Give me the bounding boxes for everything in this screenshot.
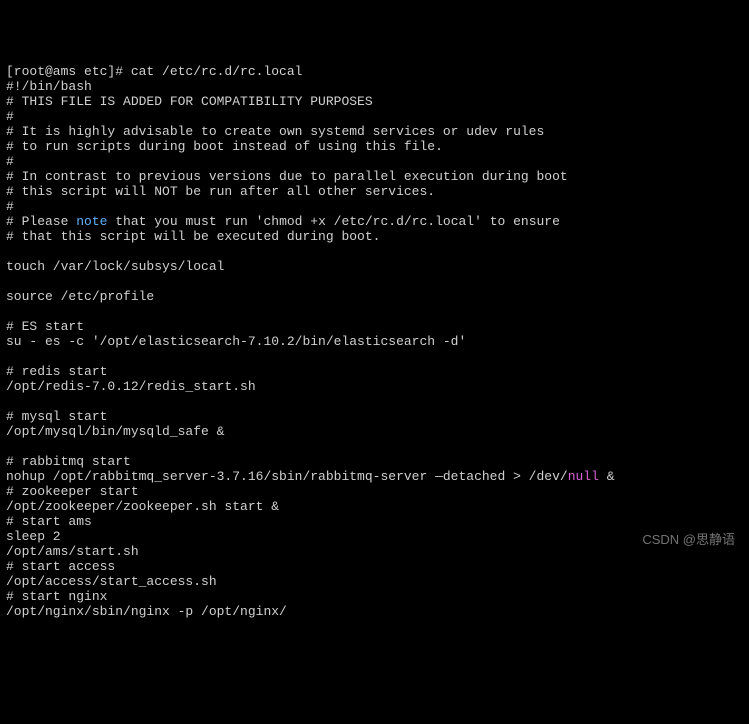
shell-prompt: [root@ams etc]# cat /etc/rc.d/rc.local [6,64,302,79]
highlighted-keyword: note [76,214,107,229]
file-line: # ES start [6,319,84,334]
terminal-output[interactable]: [root@ams etc]# cat /etc/rc.d/rc.local #… [6,64,743,619]
file-line: touch /var/lock/subsys/local [6,259,224,274]
file-line: # rabbitmq start [6,454,131,469]
file-line: # start ams [6,514,92,529]
file-line: # that this script will be executed duri… [6,229,380,244]
file-line: su - es -c '/opt/elasticsearch-7.10.2/bi… [6,334,466,349]
file-line: /opt/ams/start.sh [6,544,139,559]
file-line: # In contrast to previous versions due t… [6,169,568,184]
file-line: /opt/zookeeper/zookeeper.sh start & [6,499,279,514]
file-line: # redis start [6,364,107,379]
file-line: /opt/nginx/sbin/nginx -p /opt/nginx/ [6,604,287,619]
file-line: /opt/redis-7.0.12/redis_start.sh [6,379,256,394]
file-line: # mysql start [6,409,107,424]
file-line: # zookeeper start [6,484,139,499]
file-line: # this script will NOT be run after all … [6,184,435,199]
file-line: # THIS FILE IS ADDED FOR COMPATIBILITY P… [6,94,373,109]
file-line: # start access [6,559,115,574]
file-line: # [6,109,14,124]
file-line: # start nginx [6,589,107,604]
file-line: # [6,154,14,169]
file-line: #!/bin/bash [6,79,92,94]
file-line: # [6,199,14,214]
watermark-text: CSDN @思静语 [642,532,735,547]
file-line: sleep 2 [6,529,61,544]
file-line: /opt/mysql/bin/mysqld_safe & [6,424,224,439]
file-line: nohup /opt/rabbitmq_server-3.7.16/sbin/r… [6,469,615,484]
file-line: # to run scripts during boot instead of … [6,139,443,154]
file-line: source /etc/profile [6,289,154,304]
file-line: # It is highly advisable to create own s… [6,124,544,139]
highlighted-keyword: null [568,469,599,484]
file-line: /opt/access/start_access.sh [6,574,217,589]
file-line: # Please note that you must run 'chmod +… [6,214,560,229]
